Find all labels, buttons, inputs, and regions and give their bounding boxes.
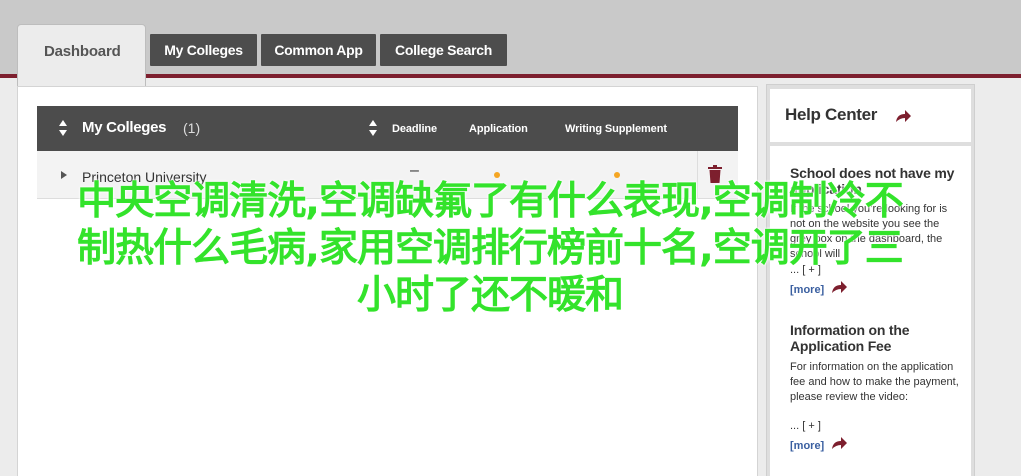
help-center-title: Help Center — [785, 105, 878, 124]
column-header-deadline[interactable]: Deadline — [392, 123, 437, 135]
column-header-application: Application — [469, 123, 528, 135]
article-more-link[interactable]: [more] — [790, 440, 824, 452]
curved-arrow-icon[interactable] — [894, 109, 912, 123]
help-center-header: Help Center — [770, 89, 971, 142]
tab-common-app[interactable]: Common App — [261, 34, 376, 66]
overlay-text: 中央空调清洗,空调缺氟了有什么表现,空调制冷不 制热什么毛病,家用空调排行榜前十… — [20, 178, 960, 319]
colleges-table-header: My Colleges (1) Deadline Application Wri… — [37, 106, 738, 151]
article-text: For information on the application fee a… — [790, 361, 959, 403]
article-expand[interactable]: ... [ + ] — [790, 419, 960, 434]
tab-dashboard[interactable]: Dashboard — [17, 24, 146, 86]
sort-icon[interactable] — [58, 119, 68, 137]
deadline-sort-icon[interactable] — [368, 119, 378, 137]
nav-divider — [0, 74, 1021, 78]
curved-arrow-icon[interactable] — [830, 436, 848, 450]
overlay-line: 小时了还不暖和 — [356, 273, 624, 318]
column-header-writing-supplement: Writing Supplement — [565, 123, 667, 135]
overlay-line: 中央空调清洗,空调缺氟了有什么表现,空调制冷不 — [77, 179, 904, 224]
overlay-line: 制热什么毛病,家用空调排行榜前十名,空调开了三 — [77, 226, 904, 271]
article-title[interactable]: Information on the Application Fee — [790, 322, 955, 354]
tab-college-search[interactable]: College Search — [380, 34, 507, 66]
colleges-count: (1) — [183, 120, 201, 136]
tab-my-colleges[interactable]: My Colleges — [150, 34, 257, 66]
colleges-table-title: My Colleges — [82, 119, 167, 136]
